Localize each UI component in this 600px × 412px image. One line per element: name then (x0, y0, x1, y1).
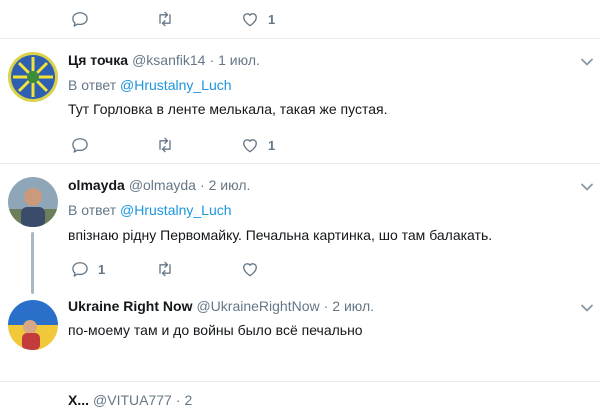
retweet-button[interactable] (155, 7, 183, 31)
retweet-icon (159, 261, 171, 277)
tweet-text: по-моему там и до войны было всё печальн… (68, 322, 363, 338)
reply-button[interactable]: 1 (70, 257, 105, 281)
divider (0, 163, 600, 164)
reply-context: В ответ @Hrustalny_Luch (68, 77, 232, 93)
tweet-text: Тут Горловка в ленте мелькала, такая же … (68, 101, 388, 117)
reply-button[interactable] (70, 7, 98, 31)
user-handle[interactable]: @olmayda (129, 177, 196, 193)
display-name[interactable]: Х... (68, 392, 89, 408)
avatar[interactable] (8, 300, 58, 350)
reply-icon (72, 138, 88, 153)
timestamp[interactable]: 2 июл. (332, 298, 374, 314)
display-name[interactable]: Ukraine Right Now (68, 298, 192, 314)
like-button[interactable] (240, 257, 268, 281)
user-handle[interactable]: @ksanfik14 (132, 52, 205, 68)
tweet-header: Х... @VITUA777 · 2 (68, 392, 193, 408)
timestamp[interactable]: 2 (185, 392, 193, 408)
tweet-menu-caret[interactable] (580, 301, 594, 315)
tweet-header: Ця точка @ksanfik14 · 1 июл. (68, 52, 260, 68)
thread-line (31, 232, 34, 294)
timestamp[interactable]: 1 июл. (218, 52, 260, 68)
like-button[interactable]: 1 (240, 133, 275, 157)
heart-icon (243, 139, 257, 153)
chevron-down-icon (581, 58, 593, 66)
reply-icon (72, 262, 88, 277)
heart-icon (243, 13, 257, 27)
reply-icon (72, 12, 88, 27)
reply-button[interactable] (70, 133, 98, 157)
chevron-down-icon (581, 183, 593, 191)
display-name[interactable]: Ця точка (68, 52, 128, 68)
user-handle[interactable]: @UkraineRightNow (196, 298, 319, 314)
tweet-menu-caret[interactable] (580, 180, 594, 194)
avatar[interactable] (8, 52, 58, 102)
tweet-header: Ukraine Right Now @UkraineRightNow · 2 и… (68, 298, 375, 314)
avatar[interactable] (8, 177, 58, 227)
retweet-button[interactable] (155, 133, 183, 157)
display-name[interactable]: olmayda (68, 177, 125, 193)
tweet-text: впізнаю рідну Первомайку. Печальна карти… (68, 227, 493, 243)
divider (0, 38, 600, 39)
heart-icon (243, 263, 257, 277)
like-button[interactable]: 1 (240, 7, 275, 31)
mention-link[interactable]: @Hrustalny_Luch (120, 77, 232, 93)
reply-context: В ответ @Hrustalny_Luch (68, 202, 232, 218)
user-handle[interactable]: @VITUA777 (93, 392, 172, 408)
tweet-header: olmayda @olmayda · 2 июл. (68, 177, 251, 193)
retweet-button[interactable] (155, 257, 183, 281)
chevron-down-icon (581, 304, 593, 312)
retweet-icon (159, 11, 171, 27)
timestamp[interactable]: 2 июл. (209, 177, 251, 193)
mention-link[interactable]: @Hrustalny_Luch (120, 202, 232, 218)
retweet-icon (159, 137, 171, 153)
tweet-menu-caret[interactable] (580, 55, 594, 69)
